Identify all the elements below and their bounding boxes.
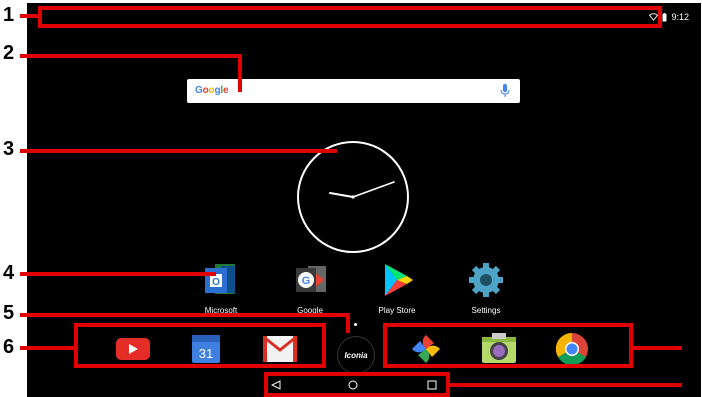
- callout-2: 2: [3, 42, 15, 64]
- callout-6-right: 6: [684, 340, 696, 362]
- iconia-label: Iconia: [344, 350, 368, 360]
- analog-clock-widget[interactable]: [297, 141, 409, 253]
- callout-5-pointer: [346, 313, 350, 333]
- nav-bar-highlight: [264, 372, 450, 397]
- callout-7-line: [448, 383, 682, 387]
- callout-3: 3: [3, 138, 15, 160]
- svg-text:G: G: [302, 275, 311, 287]
- play-store-icon: [385, 264, 413, 296]
- status-bar-highlight: [38, 6, 662, 28]
- callout-6-left: 6: [3, 336, 15, 358]
- callout-4: 4: [3, 262, 15, 284]
- dock-left-highlight: [74, 323, 326, 368]
- callout-5-line: [20, 313, 350, 317]
- app-play-store[interactable]: Play Store: [362, 260, 432, 315]
- app-microsoft[interactable]: O Microsoft: [186, 260, 256, 315]
- callout-4-line: [20, 272, 216, 276]
- status-time: 9:12: [671, 12, 689, 22]
- battery-icon: [662, 12, 667, 21]
- callout-2-pointer: [238, 54, 242, 92]
- callout-7: 7: [684, 372, 696, 394]
- callout-6-right-line: [630, 346, 682, 350]
- app-settings[interactable]: Settings: [451, 260, 521, 315]
- app-label-settings: Settings: [471, 306, 501, 315]
- google-search-bar[interactable]: Google: [187, 79, 520, 103]
- microsoft-folder-icon: O: [205, 264, 235, 294]
- callout-2-line: [20, 54, 242, 58]
- iconia-button[interactable]: Iconia: [337, 336, 375, 374]
- google-folder-icon: G: [296, 266, 326, 292]
- page-indicator: [354, 323, 357, 326]
- settings-icon: [469, 263, 503, 297]
- clock-hands: [329, 181, 395, 199]
- callout-1: 1: [3, 4, 15, 26]
- google-logo: Google: [195, 85, 229, 96]
- dock-right-highlight: [383, 323, 633, 368]
- svg-text:O: O: [212, 277, 220, 288]
- callout-5: 5: [3, 302, 15, 324]
- callout-6-left-line: [20, 346, 76, 350]
- app-label-play-store: Play Store: [378, 306, 416, 315]
- mic-icon[interactable]: [500, 84, 510, 98]
- callout-3-line: [20, 149, 337, 153]
- app-google[interactable]: G Google: [275, 260, 345, 315]
